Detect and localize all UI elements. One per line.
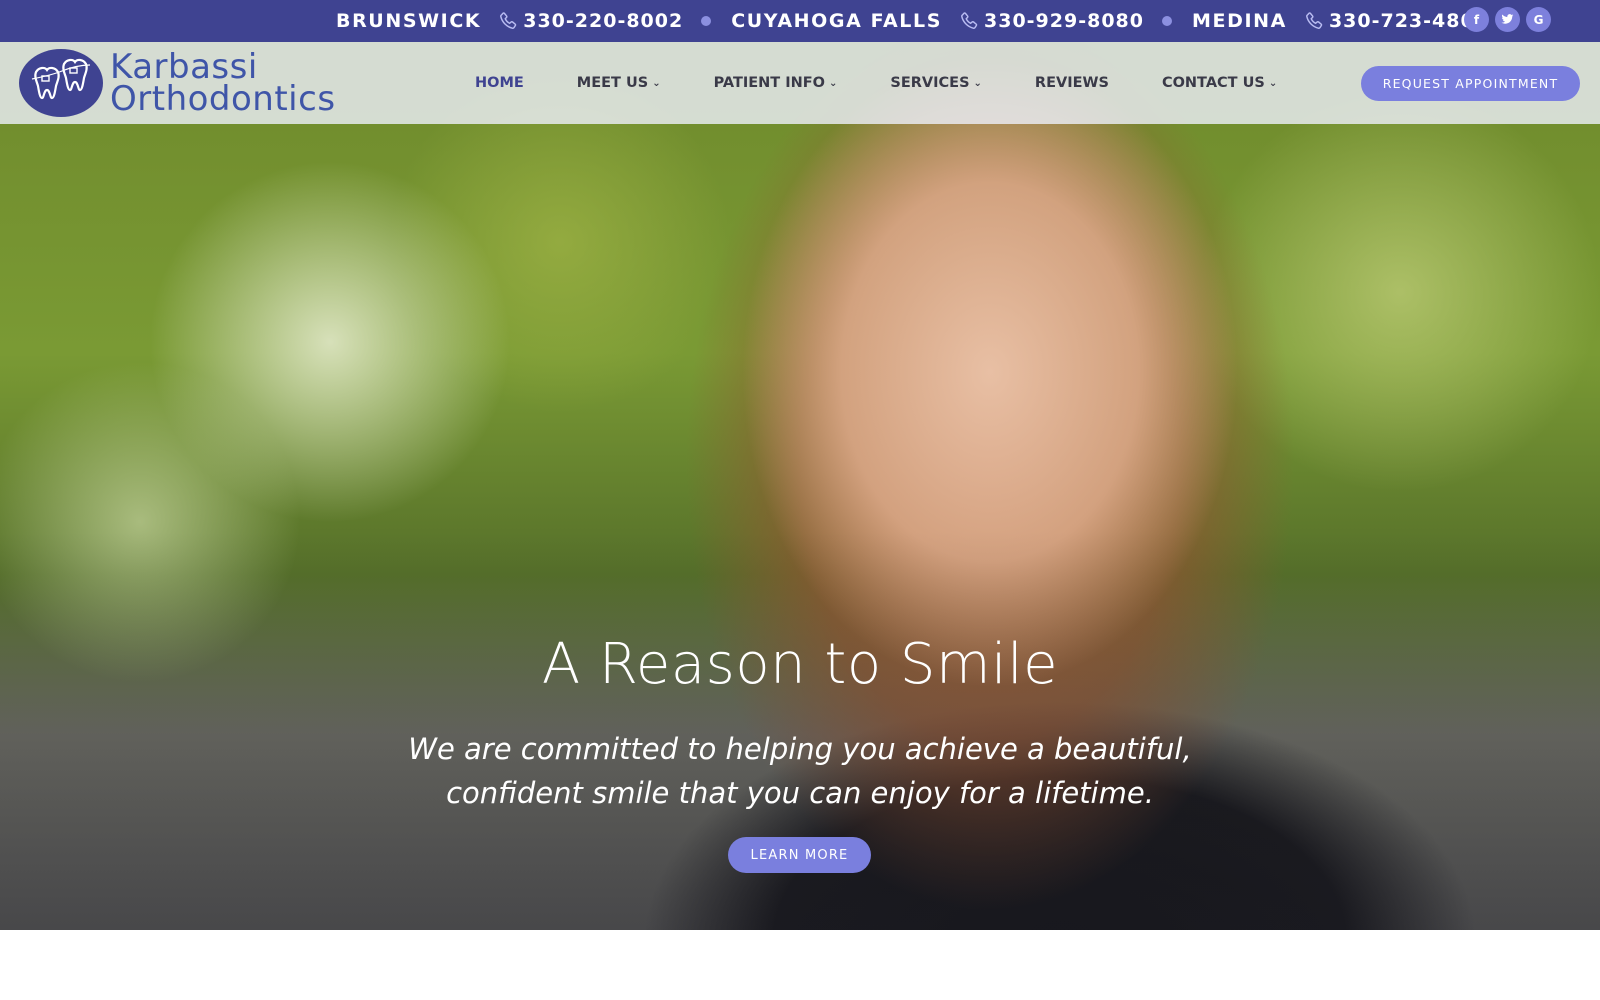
chevron-down-icon: ⌄ xyxy=(652,77,661,89)
phone-icon xyxy=(500,12,517,29)
logo-tooth-icon xyxy=(19,49,103,117)
site-logo[interactable]: Karbassi Orthodontics xyxy=(18,48,336,118)
nav-item-services[interactable]: SERVICES ⌄ xyxy=(890,75,982,91)
nav-item-label: HOME xyxy=(475,75,524,91)
hero-subtitle: We are committed to helping you achieve … xyxy=(408,732,1192,810)
content-area xyxy=(0,930,1600,1000)
phone-icon xyxy=(1306,12,1323,29)
nav-item-meet-us[interactable]: MEET US ⌄ xyxy=(577,75,661,91)
phone-link[interactable]: 330-220-8002 xyxy=(523,10,683,32)
phone-icon xyxy=(961,12,978,29)
google-icon[interactable]: G xyxy=(1526,7,1551,32)
logo-text: Karbassi Orthodontics xyxy=(110,50,336,119)
location-brunswick: BRUNSWICK 330-220-8002 xyxy=(336,10,683,32)
chevron-down-icon: ⌄ xyxy=(829,77,838,89)
location-name: BRUNSWICK xyxy=(336,10,482,32)
location-name: CUYAHOGA FALLS xyxy=(731,10,943,32)
nav-item-label: MEET US xyxy=(576,75,649,91)
top-contact-bar: BRUNSWICK 330-220-8002 CUYAHOGA FALLS 33… xyxy=(0,0,1600,42)
separator-dot xyxy=(1162,16,1172,26)
phone-link[interactable]: 330-929-8080 xyxy=(984,10,1144,32)
nav-item-home[interactable]: HOME xyxy=(475,75,524,91)
social-links: f G xyxy=(1464,7,1551,32)
nav-item-contact-us[interactable]: CONTACT US ⌄ xyxy=(1162,75,1277,91)
nav-item-reviews[interactable]: REVIEWS xyxy=(1035,75,1109,91)
location-medina: MEDINA 330-723-4800 xyxy=(1192,10,1489,32)
chevron-down-icon: ⌄ xyxy=(1268,77,1278,89)
learn-more-button[interactable]: LEARN MORE xyxy=(728,837,871,873)
nav-item-label: SERVICES xyxy=(890,75,970,91)
nav-item-label: PATIENT INFO xyxy=(713,75,826,91)
nav-item-patient-info[interactable]: PATIENT INFO ⌄ xyxy=(714,75,838,91)
separator-dot xyxy=(701,16,712,26)
request-appointment-button[interactable]: REQUEST APPOINTMENT xyxy=(1361,66,1580,101)
logo-line-2: Orthodontics xyxy=(110,79,336,119)
location-name: MEDINA xyxy=(1192,10,1287,32)
nav-item-label: CONTACT US xyxy=(1161,75,1265,91)
main-nav: HOME MEET US ⌄ PATIENT INFO ⌄ SERVICES ⌄… xyxy=(475,42,1330,124)
twitter-icon[interactable] xyxy=(1495,7,1520,32)
facebook-icon[interactable]: f xyxy=(1464,7,1489,32)
nav-item-label: REVIEWS xyxy=(1034,75,1109,91)
location-cuyahoga-falls: CUYAHOGA FALLS 330-929-8080 xyxy=(731,10,1144,32)
hero-title: A Reason to Smile xyxy=(541,632,1059,697)
site-header: Karbassi Orthodontics HOME MEET US ⌄ PAT… xyxy=(0,42,1600,124)
location-list: BRUNSWICK 330-220-8002 CUYAHOGA FALLS 33… xyxy=(336,0,1489,42)
hero-section: A Reason to Smile We are committed to he… xyxy=(0,42,1600,930)
chevron-down-icon: ⌄ xyxy=(973,77,982,89)
